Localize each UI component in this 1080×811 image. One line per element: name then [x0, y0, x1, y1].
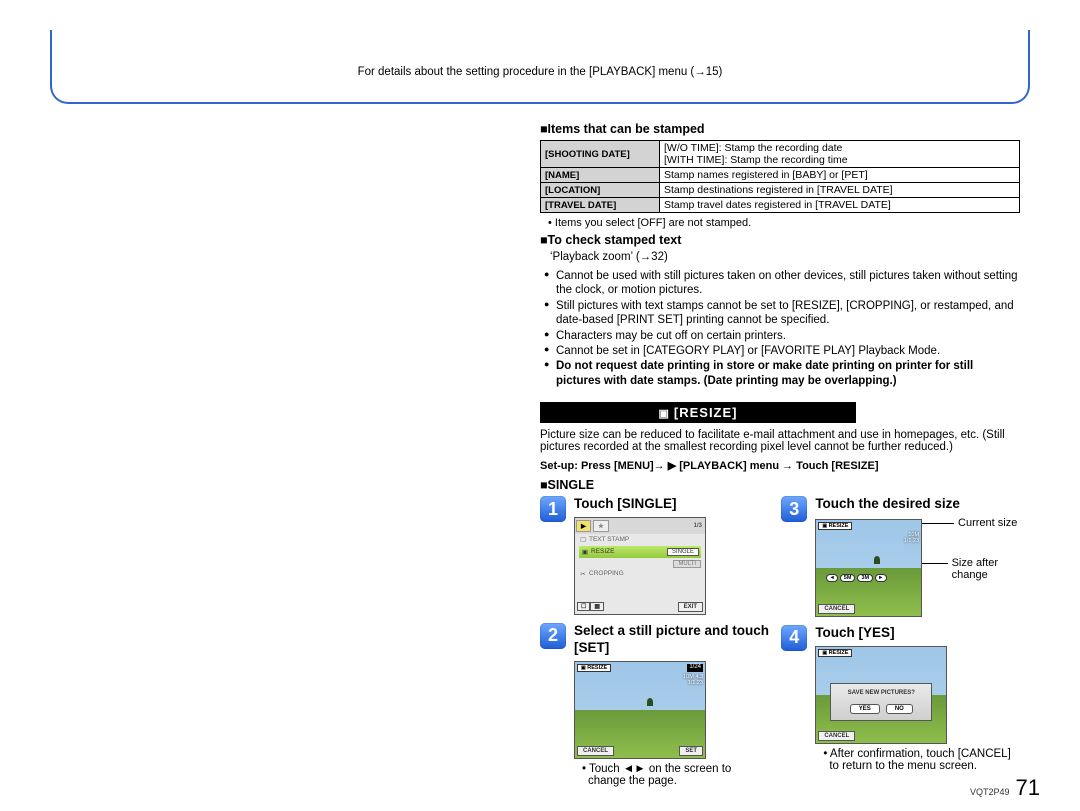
tab-fav[interactable]: ★ — [593, 520, 609, 532]
step-4-title: Touch [YES] — [815, 625, 1020, 642]
single-pill[interactable]: SINGLE — [667, 548, 699, 556]
step-3-title: Touch the desired size — [815, 496, 1020, 513]
yes-btn[interactable]: YES — [850, 704, 880, 714]
resize-heading: ▣[RESIZE] — [540, 402, 856, 423]
single-head: ■SINGLE — [540, 478, 1020, 492]
heading-items-stamped: ■Items that can be stamped — [540, 122, 1020, 136]
step-2-number: 2 — [540, 623, 566, 649]
step-4-screen: ▣ RESIZE SAVE NEW PICTURES? YES NO — [815, 646, 947, 744]
top-callout: For details about the setting procedure … — [50, 30, 1030, 104]
no-btn[interactable]: NO — [886, 704, 913, 714]
callout-after: Size after change — [952, 557, 1020, 581]
resize-icon: ▣ — [658, 408, 669, 420]
menu-resize-row[interactable]: ▣RESIZE SINGLE — [579, 546, 701, 558]
off-note: • Items you select [OFF] are not stamped… — [548, 217, 1020, 229]
step-1-title: Touch [SINGLE] — [574, 496, 706, 513]
step-2-title: Select a still picture and touch [SET] — [574, 623, 771, 657]
step-3-number: 3 — [781, 496, 807, 522]
setup-line: Set-up: Press [MENU]→ ▶ [PLAYBACK] menu … — [540, 459, 1020, 472]
step-3-screen: ▣ RESIZE 10M 1/1.23 ◄ 5M — [815, 519, 922, 617]
step-1-screen: ▶ ★ 1/3 ☐TEXT STAMP ▣RESIZE SINGLE M — [574, 517, 706, 615]
tab-playback[interactable]: ▶ — [576, 520, 591, 532]
step-4-number: 4 — [781, 625, 807, 651]
cancel-btn-4[interactable]: CANCEL — [818, 731, 855, 741]
step-2-note: • Touch ◄► on the screen to change the p… — [582, 763, 771, 787]
size-prev[interactable]: ◄ — [826, 574, 837, 582]
resize-tag: ▣ RESIZE — [577, 664, 611, 672]
step-4-note: • After confirmation, touch [CANCEL] to … — [823, 748, 1020, 772]
size-next[interactable]: ► — [875, 574, 886, 582]
size-3m[interactable]: 3M — [857, 574, 873, 582]
callout-current: Current size — [958, 517, 1017, 529]
stamp-table: [SHOOTING DATE] [W/O TIME]: Stamp the re… — [540, 140, 1020, 213]
cancel-btn-2[interactable]: CANCEL — [577, 746, 614, 756]
cancel-btn-3[interactable]: CANCEL — [818, 604, 855, 614]
page-number: VQT2P49 71 — [970, 775, 1040, 801]
resize-para: Picture size can be reduced to facilitat… — [540, 429, 1020, 453]
size-5m[interactable]: 5M — [840, 574, 856, 582]
step-2-screen: ▣ RESIZE 1/24 10M 4:31/1.23 CANCEL SET — [574, 661, 706, 759]
heading-check: ■To check stamped text — [540, 233, 1020, 247]
set-btn[interactable]: SET — [679, 746, 703, 756]
save-dialog: SAVE NEW PICTURES? YES NO — [830, 683, 932, 721]
notes-list: Cannot be used with still pictures taken… — [544, 269, 1020, 388]
exit-btn[interactable]: EXIT — [678, 602, 703, 612]
step-1-number: 1 — [540, 496, 566, 522]
playback-zoom-ref: ‘Playback zoom’ (→32) — [550, 251, 1020, 263]
